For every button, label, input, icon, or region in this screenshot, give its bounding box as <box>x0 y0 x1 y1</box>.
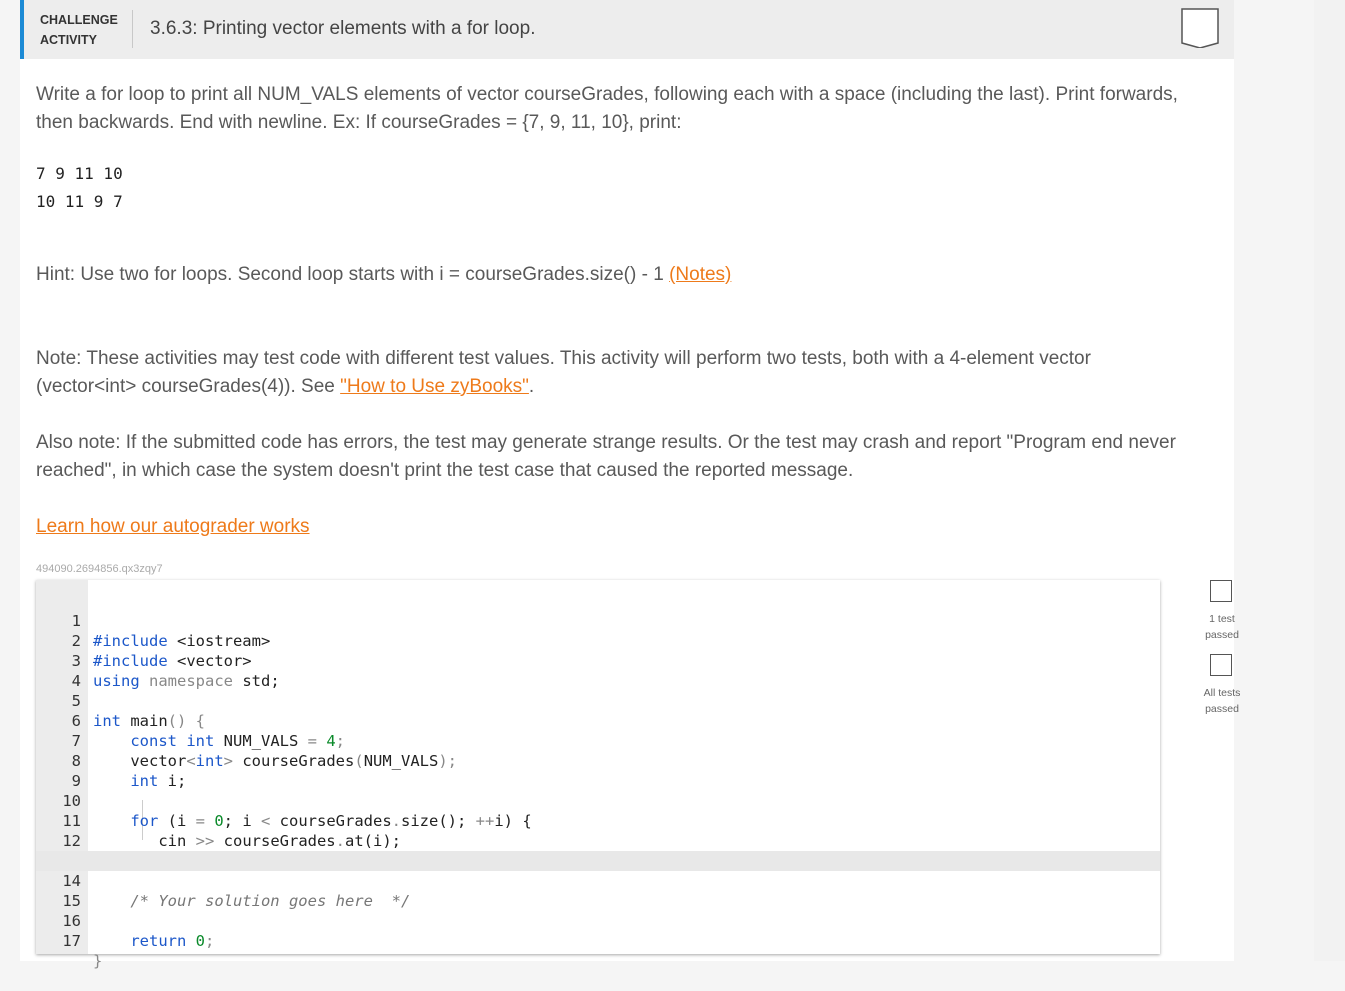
line-number: 17 <box>62 932 81 950</box>
activity-id: 494090.2694856.qx3zqy7 <box>36 563 163 575</box>
hint-paragraph: Hint: Use two for loops. Second loop sta… <box>36 261 1196 289</box>
code-line[interactable]: 5 int main() { <box>36 671 1160 730</box>
also-note-paragraph: Also note: If the submitted code has err… <box>36 432 1176 481</box>
activity-header: CHALLENGE ACTIVITY 3.6.3: Printing vecto… <box>20 0 1234 59</box>
code-editor[interactable]: 1 #include <iostream> 2 #include <vector… <box>36 580 1160 970</box>
code-line[interactable]: 1 #include <iostream> <box>36 591 1160 650</box>
test-status-checkbox <box>1210 580 1232 602</box>
challenge-activity-panel: CHALLENGE ACTIVITY 3.6.3: Printing vecto… <box>20 0 1240 970</box>
test-status-label: 1 test passed <box>1205 613 1239 641</box>
code-line[interactable]: 16 return 0; <box>36 891 1160 950</box>
hint-text: Hint: Use two for loops. Second loop sta… <box>36 264 670 285</box>
how-to-use-zybooks-link[interactable]: "How to Use zyBooks" <box>340 376 529 397</box>
code-line[interactable]: 4 <box>36 651 1160 690</box>
code-line[interactable]: 3 using namespace std; <box>36 631 1160 690</box>
code-line[interactable]: 15 <box>36 871 1160 910</box>
header-accent-stripe <box>20 0 24 59</box>
code-line[interactable]: 13 <box>36 831 1160 870</box>
right-margin-area <box>1314 0 1345 961</box>
autograder-link[interactable]: Learn how our autograder works <box>36 516 310 537</box>
code-line[interactable]: 7 vector<int> courseGrades(NUM_VALS); <box>36 711 1160 770</box>
code-line[interactable]: 8 int i; <box>36 731 1160 790</box>
code-line[interactable]: 2 #include <vector> <box>36 611 1160 670</box>
note-end: . <box>528 376 535 397</box>
sample-output-line: 7 9 11 10 <box>36 164 133 183</box>
code-line[interactable]: 12 } <box>36 811 1160 870</box>
activity-type-line1: CHALLENGE <box>40 13 118 27</box>
all-tests-status-checkbox <box>1210 654 1232 676</box>
code-line[interactable]: 11 cin >> courseGrades.at(i); <box>36 791 1160 850</box>
bookmark-icon[interactable] <box>1181 8 1219 48</box>
note-text: Note: These activities may test code wit… <box>36 348 1091 397</box>
code-line[interactable]: 9 <box>36 751 1160 790</box>
activity-title: 3.6.3: Printing vector elements with a f… <box>150 18 536 39</box>
sample-output-line: 10 11 9 7 <box>36 192 133 211</box>
activity-type-label: CHALLENGE ACTIVITY <box>40 10 150 50</box>
header-divider <box>132 10 133 48</box>
sample-output: 7 9 11 10 10 11 9 7 <box>36 160 132 216</box>
autograder-paragraph: Learn how our autograder works <box>36 513 1196 541</box>
activity-description: Write a for loop to print all NUM_VALS e… <box>36 84 1178 133</box>
code-line[interactable]: 17 } <box>36 911 1160 970</box>
notes-link[interactable]: (Notes) <box>669 264 731 285</box>
note-paragraph: Note: These activities may test code wit… <box>36 345 1196 401</box>
activity-type-line2: ACTIVITY <box>40 33 97 47</box>
code-line-active[interactable]: 14 /* Your solution goes here */ <box>36 851 1160 910</box>
all-tests-status-label: All tests passed <box>1203 687 1241 715</box>
code-line[interactable]: 6 const int NUM_VALS = 4; <box>36 691 1160 750</box>
code-line[interactable]: 10 for (i = 0; i < courseGrades.size(); … <box>36 771 1160 830</box>
